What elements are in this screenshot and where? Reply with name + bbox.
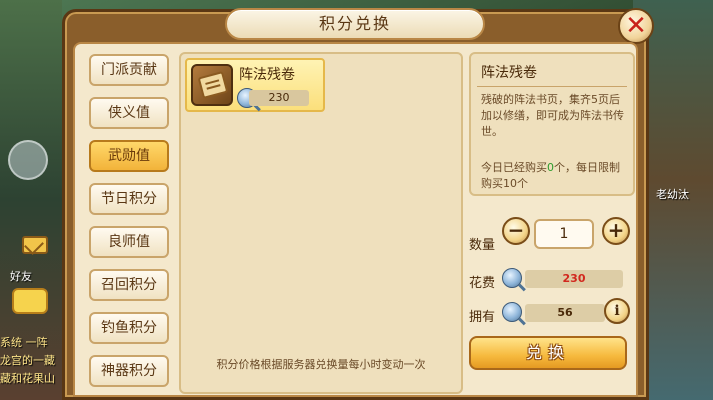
scroll-icon	[191, 64, 233, 106]
price-change-note: 积分价格根据服务器兑换量每小时变动一次	[216, 358, 426, 371]
item-name: 阵法残卷	[239, 67, 295, 83]
quantity-label: 数量	[469, 238, 496, 253]
plus-button[interactable]: +	[602, 217, 630, 245]
tab-xiayi-value[interactable]: 侠义值	[89, 97, 169, 129]
close-button[interactable]: ✕	[618, 8, 654, 44]
tab-recall-points[interactable]: 召回积分	[89, 269, 169, 301]
detail-description: 残破的阵法书页，集齐5页后加以修缮，即可成为阵法书传世。	[481, 93, 624, 138]
dialog-body: 门派贡献 侠义值 武勋值 节日积分 良师值 召回积分 钓鱼积分 神器积分 阵法残…	[73, 42, 638, 397]
exchange-dialog: 积分兑换 ✕ 门派贡献 侠义值 武勋值 节日积分 良师值 召回积分 钓鱼积分 神…	[62, 8, 654, 400]
tab-festival-points[interactable]: 节日积分	[89, 183, 169, 215]
virtual-joystick[interactable]	[8, 140, 48, 180]
item-list: 阵法残卷 230	[179, 52, 463, 394]
item-card[interactable]: 阵法残卷 230	[185, 58, 325, 112]
quantity-input[interactable]: 1	[534, 219, 594, 249]
tab-mentor-value[interactable]: 良师值	[89, 226, 169, 258]
friends-label[interactable]: 好友	[10, 268, 32, 284]
cost-value: 230	[525, 270, 623, 288]
detail-divider	[477, 86, 627, 87]
exchange-button[interactable]: 兑换	[469, 336, 627, 370]
npc-name-label[interactable]: 老幼汰	[656, 186, 689, 202]
chat-line: 系统 一阵	[0, 336, 48, 349]
info-icon[interactable]: i	[604, 298, 630, 324]
tab-wuxun-value[interactable]: 武勋值	[89, 140, 169, 172]
limit-prefix: 今日已经购买	[481, 161, 547, 174]
category-tabs: 门派贡献 侠义值 武勋值 节日积分 良师值 召回积分 钓鱼积分 神器积分	[81, 54, 171, 400]
limit-count: 0	[547, 161, 554, 174]
coin-icon	[502, 302, 522, 322]
mail-icon[interactable]	[22, 236, 48, 254]
cost-label: 花费	[469, 276, 496, 291]
minus-button[interactable]: −	[502, 217, 530, 245]
chat-line: 龙宫的一藏	[0, 354, 55, 367]
dialog-title: 积分兑换	[225, 8, 485, 40]
detail-title: 阵法残卷	[481, 65, 537, 81]
owned-value: 56	[525, 304, 605, 322]
owned-label: 拥有	[469, 310, 496, 325]
chat-line: 藏和花果山	[0, 372, 55, 385]
emoji-icon[interactable]	[12, 288, 48, 314]
item-detail-panel: 阵法残卷 残破的阵法书页，集齐5页后加以修缮，即可成为阵法书传世。 今日已经购买…	[469, 52, 635, 196]
tab-artifact-points[interactable]: 神器积分	[89, 355, 169, 387]
purchase-limit-text: 今日已经购买0个，每日限制购买10个	[481, 160, 627, 192]
coin-icon	[502, 268, 522, 288]
item-price: 230	[249, 90, 309, 106]
tab-menpai-contribution[interactable]: 门派贡献	[89, 54, 169, 86]
tab-fishing-points[interactable]: 钓鱼积分	[89, 312, 169, 344]
